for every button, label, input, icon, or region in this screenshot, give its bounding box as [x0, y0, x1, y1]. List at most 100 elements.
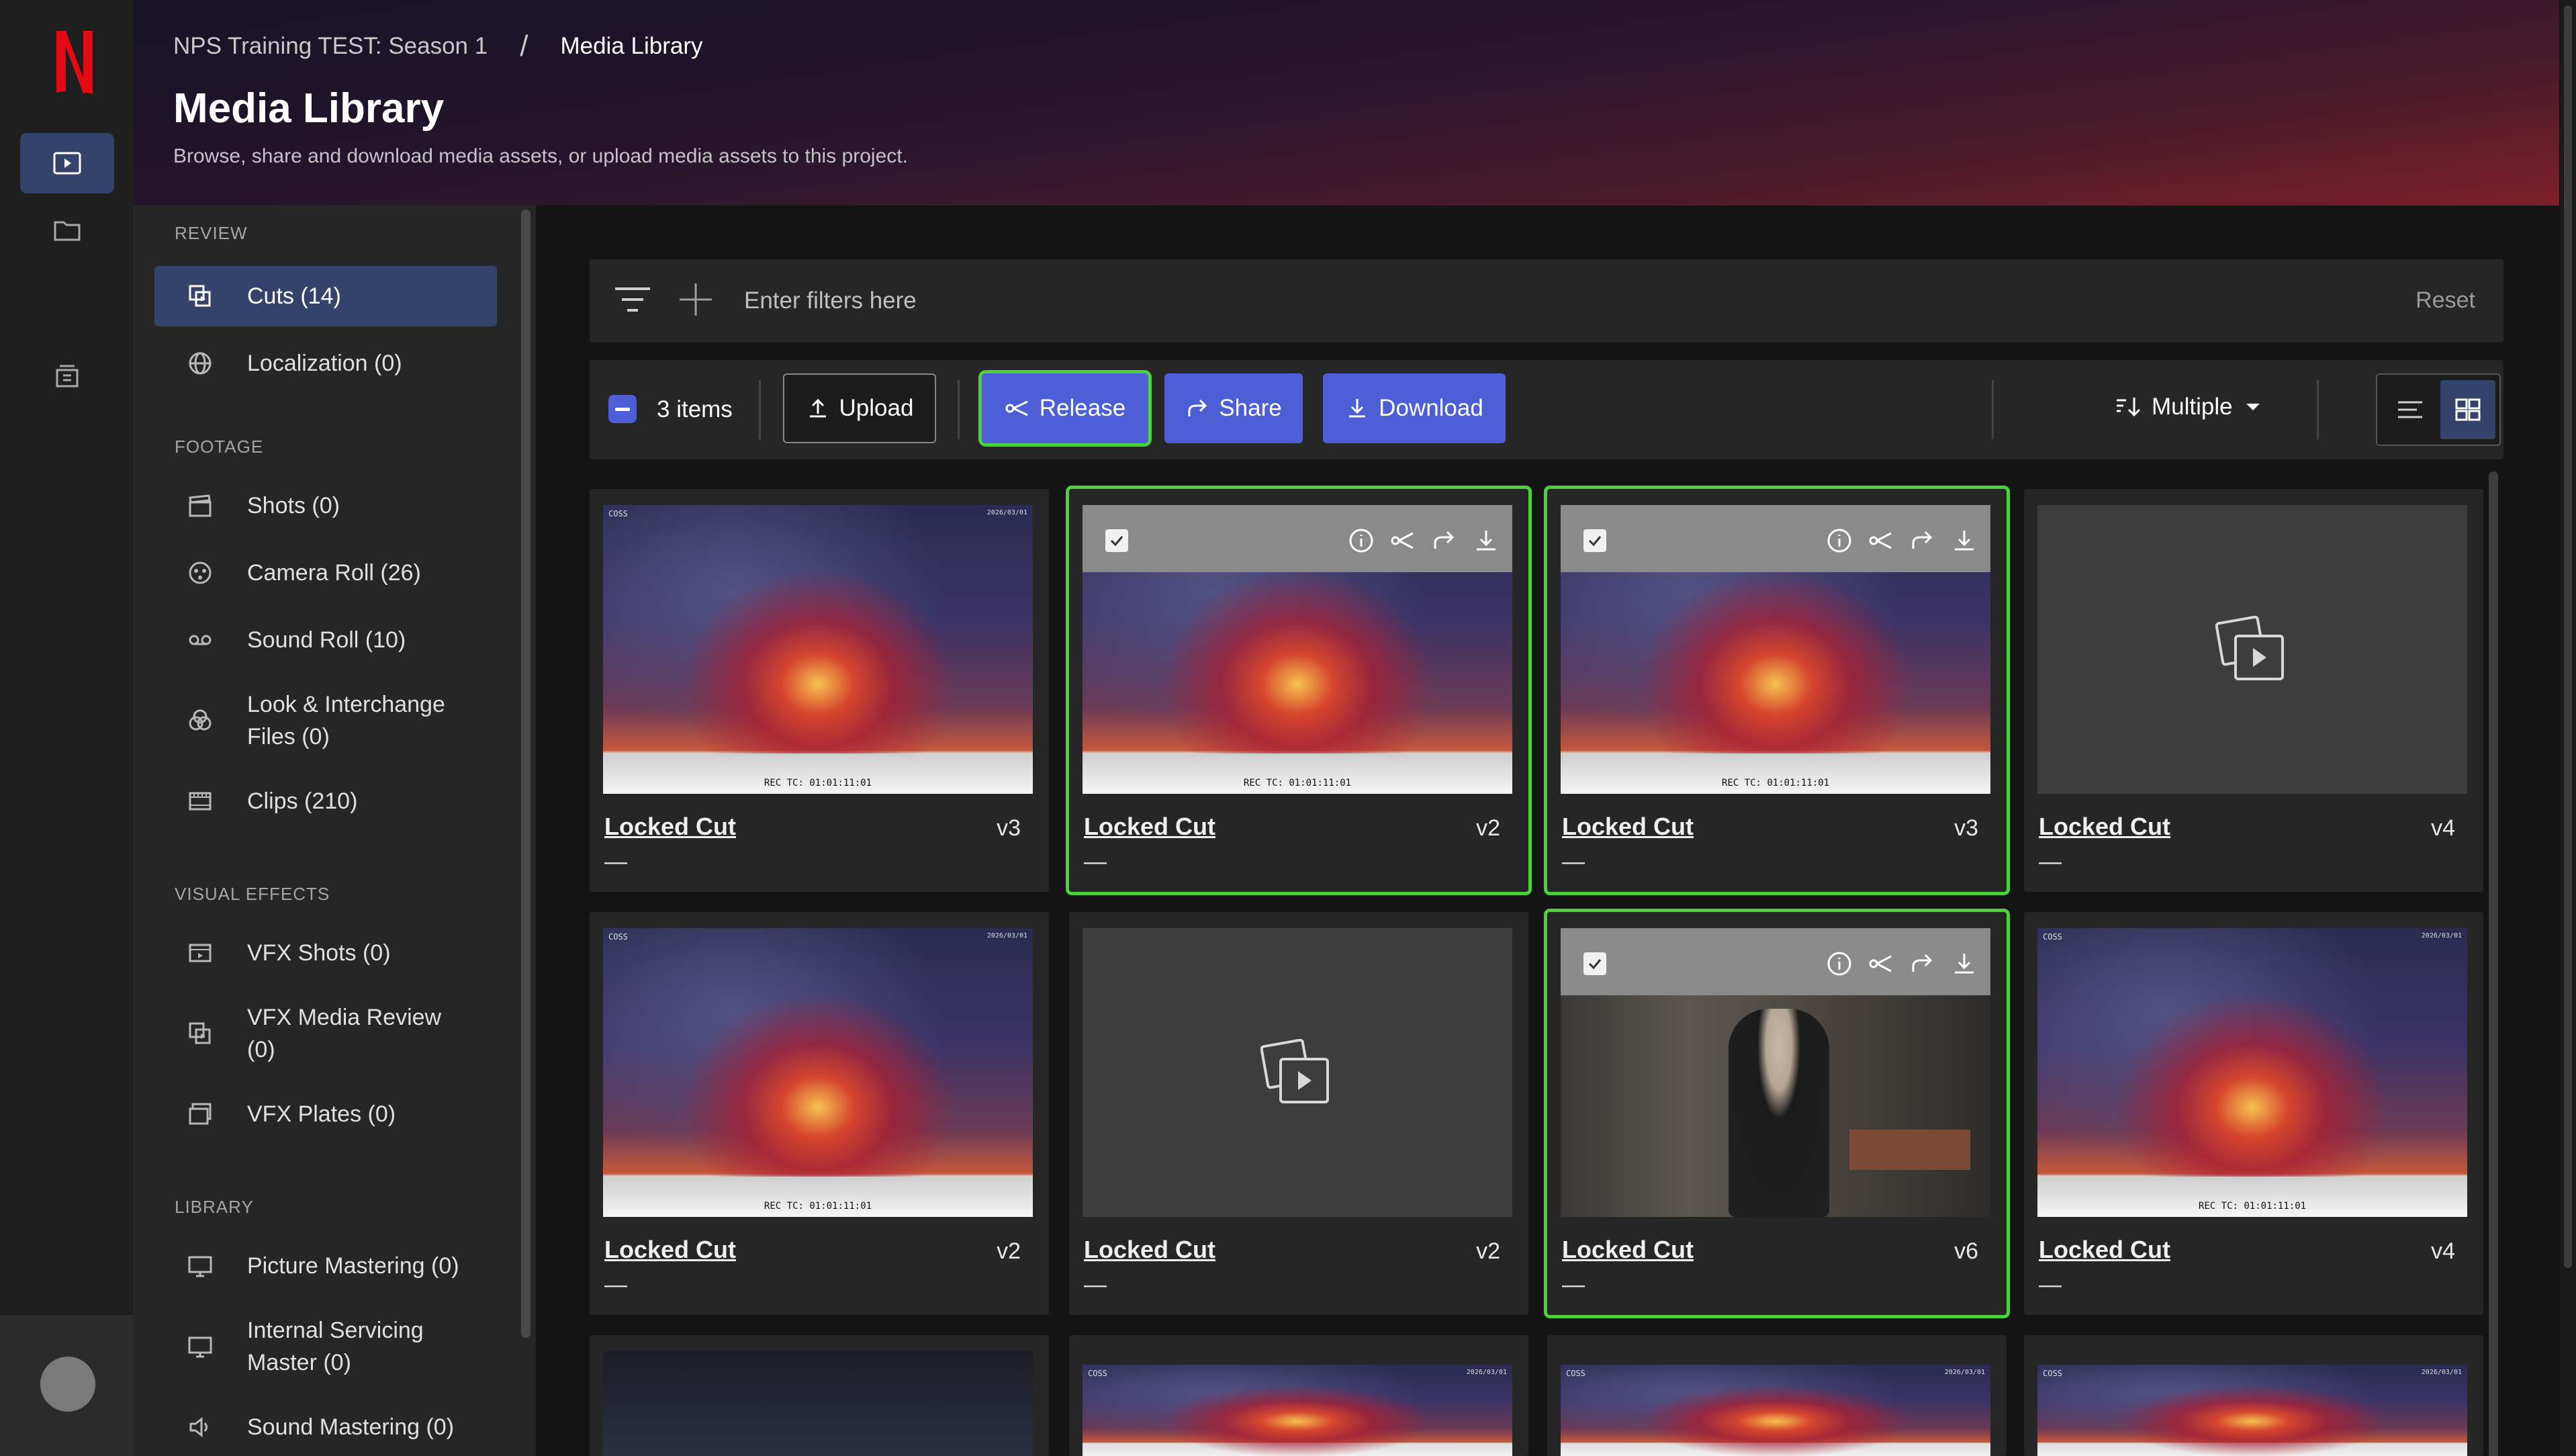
sidebar-item-sound-roll[interactable]: Sound Roll (10) [154, 610, 497, 670]
info-icon[interactable] [1347, 527, 1375, 555]
select-all-checkbox[interactable] [608, 395, 637, 423]
card-title-link[interactable]: Locked Cut [2039, 813, 2170, 841]
grid-view-button[interactable] [2440, 380, 2495, 439]
media-card[interactable]: COSS 2026/03/01 REC TC: 01:01:11:01 Lock… [590, 912, 1049, 1315]
thumbnail[interactable]: COSS 2026/03/01 [1561, 1365, 1990, 1456]
download-icon[interactable] [1472, 527, 1500, 555]
media-card[interactable]: COSS 2026/03/01 [2024, 1335, 2483, 1456]
media-placeholder-icon [2215, 616, 2284, 680]
fire-artwork: COSS 2026/03/01 [1561, 1365, 1990, 1456]
card-title-link[interactable]: Locked Cut [2039, 1236, 2170, 1264]
section-label-footage: FOOTAGE [175, 437, 264, 457]
sidebar-item-label: VFX Media Review (0) [247, 1005, 442, 1062]
release-icon[interactable] [1867, 527, 1895, 555]
thumbnail[interactable]: COSS 2026/03/01 [2037, 1365, 2467, 1456]
upload-label: Upload [839, 395, 914, 421]
sort-dropdown[interactable]: Multiple [2114, 394, 2265, 420]
netflix-logo[interactable] [52, 28, 97, 97]
filter-lines-icon[interactable] [612, 283, 653, 317]
card-title-link[interactable]: Locked Cut [1084, 813, 1215, 841]
vfx-review-icon [185, 1019, 215, 1048]
sidebar-item-label: Shots (0) [247, 493, 340, 518]
sidebar-item-picture-mastering[interactable]: Picture Mastering (0) [154, 1236, 497, 1296]
monitor-icon [185, 1251, 215, 1281]
sidebar-item-look-interchange[interactable]: Look & Interchange Files (0) [154, 677, 497, 764]
card-title-link[interactable]: Locked Cut [1562, 813, 1694, 841]
sidebar-item-camera-roll[interactable]: Camera Roll (26) [154, 543, 497, 603]
thumbnail[interactable]: COSS 2026/03/01 REC TC: 01:01:11:01 [2037, 928, 2467, 1217]
share-icon[interactable] [1908, 950, 1937, 978]
card-checkbox[interactable] [1105, 529, 1128, 552]
reset-button[interactable]: Reset [2416, 287, 2475, 314]
media-card-selected[interactable]: REC TC: 01:01:11:01 Locked Cut v3 — [1544, 486, 2010, 895]
breadcrumb-project-link[interactable]: NPS Training TEST: Season 1 [173, 33, 488, 60]
thumbnail[interactable]: COSS 2026/03/01 REC TC: 01:01:11:01 [603, 928, 1033, 1217]
card-title-link[interactable]: Locked Cut [1562, 1236, 1694, 1264]
media-card[interactable] [590, 1335, 1049, 1456]
download-button[interactable]: Download [1323, 373, 1506, 443]
dark-frame [603, 1351, 1033, 1456]
timecode: REC TC: 01:01:11:01 [1243, 778, 1352, 788]
avatar[interactable] [40, 1357, 95, 1412]
frame-date: 2026/03/01 [986, 509, 1027, 516]
info-icon[interactable] [1825, 527, 1853, 555]
sidebar-item-vfx-plates[interactable]: VFX Plates (0) [154, 1084, 497, 1144]
sidebar-scrollbar[interactable] [521, 210, 531, 1338]
grid-scrollbar[interactable] [2489, 471, 2498, 1456]
info-icon[interactable] [1825, 950, 1853, 978]
sidebar-item-cuts[interactable]: Cuts (14) [154, 266, 497, 326]
thumbnail[interactable]: REC TC: 01:01:11:01 [1083, 505, 1512, 794]
sidebar-item-vfx-shots[interactable]: VFX Shots (0) [154, 923, 497, 983]
share-button[interactable]: Share [1164, 373, 1303, 443]
grid-view-icon [2455, 398, 2481, 421]
sidebar-item-vfx-media-review[interactable]: VFX Media Review (0) [154, 990, 497, 1077]
download-icon[interactable] [1950, 527, 1978, 555]
card-checkbox[interactable] [1583, 529, 1606, 552]
thumbnail-placeholder[interactable] [2037, 505, 2467, 794]
media-card[interactable]: Locked Cut v2 — [1069, 912, 1528, 1315]
thumbnail[interactable] [1561, 928, 1990, 1217]
media-card[interactable]: COSS 2026/03/01 [1069, 1335, 1528, 1456]
filter-input[interactable] [744, 279, 1953, 322]
sidebar-item-clips[interactable]: Clips (210) [154, 771, 497, 831]
sidebar-item-label: VFX Shots (0) [247, 940, 391, 966]
rail-folder-button[interactable] [20, 200, 114, 261]
sidebar-item-shots[interactable]: Shots (0) [154, 475, 497, 536]
selected-count: 3 items [657, 396, 733, 422]
thumbnail[interactable]: COSS 2026/03/01 REC TC: 01:01:11:01 [603, 505, 1033, 794]
media-card[interactable]: COSS 2026/03/01 REC TC: 01:01:11:01 Lock… [2024, 912, 2483, 1315]
thumbnail[interactable] [603, 1351, 1033, 1456]
card-title-link[interactable]: Locked Cut [604, 1236, 736, 1264]
upload-button[interactable]: Upload [783, 373, 936, 443]
sidebar-item-internal-servicing[interactable]: Internal Servicing Master (0) [154, 1303, 497, 1390]
rail-media-button[interactable] [20, 133, 114, 193]
sidebar-item-sound-mastering[interactable]: Sound Mastering (0) [154, 1397, 497, 1456]
media-card[interactable]: Locked Cut v4 — [2024, 489, 2483, 892]
plus-icon[interactable] [676, 279, 716, 320]
list-view-button[interactable] [2383, 380, 2438, 439]
breadcrumb-separator: / [520, 30, 528, 62]
thumbnail[interactable]: COSS 2026/03/01 [1083, 1365, 1512, 1456]
frame-date: 2026/03/01 [1466, 1369, 1507, 1376]
rail-archive-button[interactable] [20, 345, 114, 406]
release-icon[interactable] [1389, 527, 1417, 555]
film-reel-icon [185, 558, 215, 588]
thumbnail[interactable]: REC TC: 01:01:11:01 [1561, 505, 1990, 794]
release-button[interactable]: Release [978, 370, 1152, 447]
card-title-link[interactable]: Locked Cut [1084, 1236, 1215, 1264]
share-icon[interactable] [1430, 527, 1459, 555]
media-card[interactable]: COSS 2026/03/01 REC TC: 01:01:11:01 Lock… [590, 489, 1049, 892]
media-card[interactable]: COSS 2026/03/01 [1547, 1335, 2007, 1456]
page-scrollbar[interactable] [2564, 5, 2572, 1268]
frame-label: COSS [1566, 1369, 1585, 1378]
card-checkbox[interactable] [1583, 952, 1606, 975]
release-icon[interactable] [1867, 950, 1895, 978]
media-card-selected[interactable]: REC TC: 01:01:11:01 Locked Cut v2 — [1066, 486, 1532, 895]
share-icon[interactable] [1908, 527, 1937, 555]
download-icon[interactable] [1950, 950, 1978, 978]
thumbnail-placeholder[interactable] [1083, 928, 1512, 1217]
sidebar-item-localization[interactable]: Localization (0) [154, 333, 497, 394]
card-version: v3 [1954, 815, 1978, 841]
media-card-selected[interactable]: Locked Cut v6 — [1544, 909, 2010, 1318]
card-title-link[interactable]: Locked Cut [604, 813, 736, 841]
